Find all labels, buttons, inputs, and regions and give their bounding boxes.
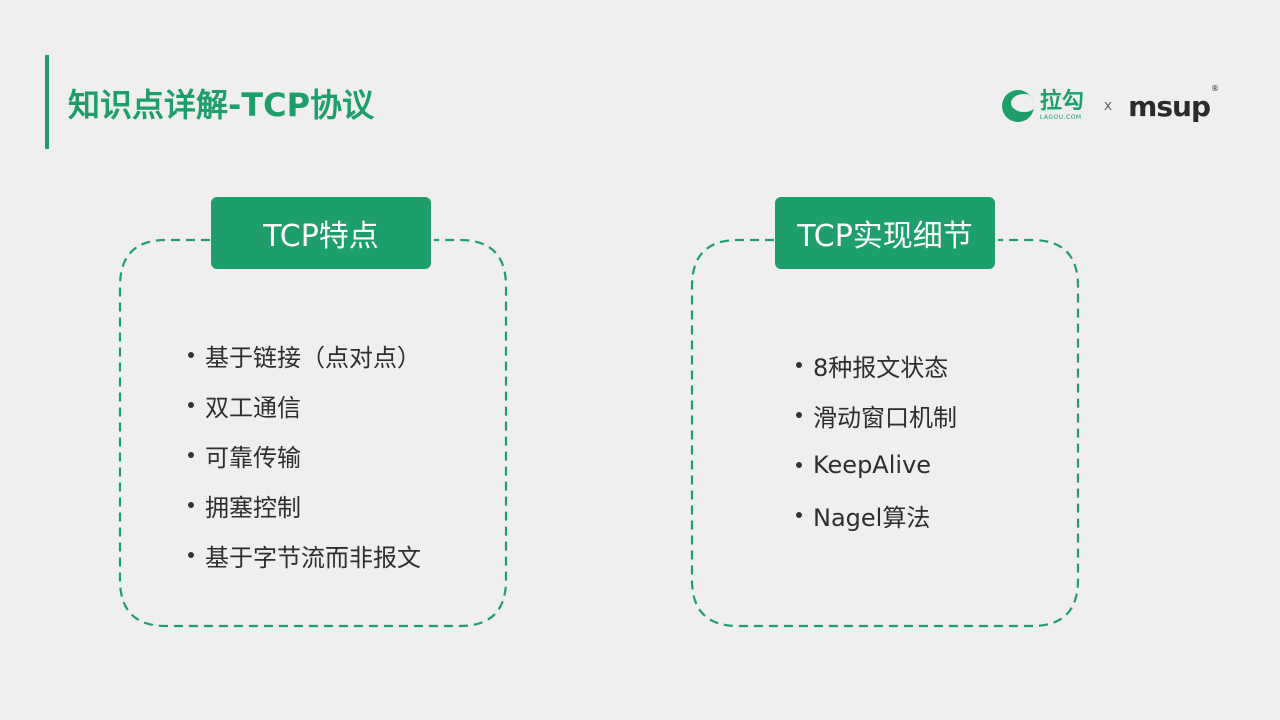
bullet-icon — [188, 502, 194, 508]
msup-logo: msup® — [1128, 84, 1219, 123]
list-item: 基于字节流而非报文 — [188, 530, 421, 580]
list-item-label: 基于字节流而非报文 — [205, 543, 421, 572]
bullet-icon — [188, 402, 194, 408]
right-card-list: 8种报文状态 滑动窗口机制 KeepAlive Nagel算法 — [796, 340, 957, 540]
list-item: 拥塞控制 — [188, 480, 421, 530]
left-card-list: 基于链接（点对点） 双工通信 可靠传输 拥塞控制 基于字节流而非报文 — [188, 330, 421, 580]
brand-separator: x — [1103, 98, 1113, 114]
title-accent-bar — [45, 55, 49, 149]
lagou-domain: LAGOU.COM — [1039, 114, 1082, 121]
bullet-icon — [188, 352, 194, 358]
bullet-icon — [188, 552, 194, 558]
lagou-logo: 拉勾 LAGOU.COM — [1001, 90, 1084, 122]
list-item-label: Nagel算法 — [813, 503, 931, 532]
list-item: 滑动窗口机制 — [796, 390, 957, 440]
lagou-name: 拉勾 — [1039, 89, 1084, 114]
lagou-wordmark: 拉勾 LAGOU.COM — [1040, 91, 1084, 121]
lagou-logo-icon — [1001, 90, 1034, 122]
right-card-heading: TCP实现细节 — [775, 197, 995, 269]
list-item: 双工通信 — [188, 380, 421, 430]
bullet-icon — [796, 362, 802, 368]
page-title: 知识点详解-TCP协议 — [68, 86, 375, 124]
list-item: KeepAlive — [796, 440, 957, 490]
list-item: 8种报文状态 — [796, 340, 957, 390]
list-item: 基于链接（点对点） — [188, 330, 421, 380]
bullet-icon — [796, 512, 802, 518]
list-item-label: KeepAlive — [813, 451, 932, 479]
list-item-label: 滑动窗口机制 — [813, 403, 957, 432]
list-item-label: 双工通信 — [205, 393, 301, 422]
registered-mark: ® — [1211, 84, 1219, 94]
bullet-icon — [796, 462, 802, 468]
list-item-label: 拥塞控制 — [205, 493, 301, 522]
list-item-label: 基于链接（点对点） — [205, 343, 421, 372]
list-item-label: 可靠传输 — [205, 443, 301, 472]
msup-wordmark: msup — [1128, 89, 1211, 123]
left-card-heading: TCP特点 — [211, 197, 431, 269]
bullet-icon — [188, 452, 194, 458]
list-item: Nagel算法 — [796, 490, 957, 540]
list-item-label: 8种报文状态 — [813, 353, 949, 382]
list-item: 可靠传输 — [188, 430, 421, 480]
brand-logos: 拉勾 LAGOU.COM x msup® — [1001, 84, 1219, 126]
slide: 知识点详解-TCP协议 拉勾 LAGOU.COM x msup® TCP特点 T… — [0, 0, 1280, 720]
bullet-icon — [796, 412, 802, 418]
